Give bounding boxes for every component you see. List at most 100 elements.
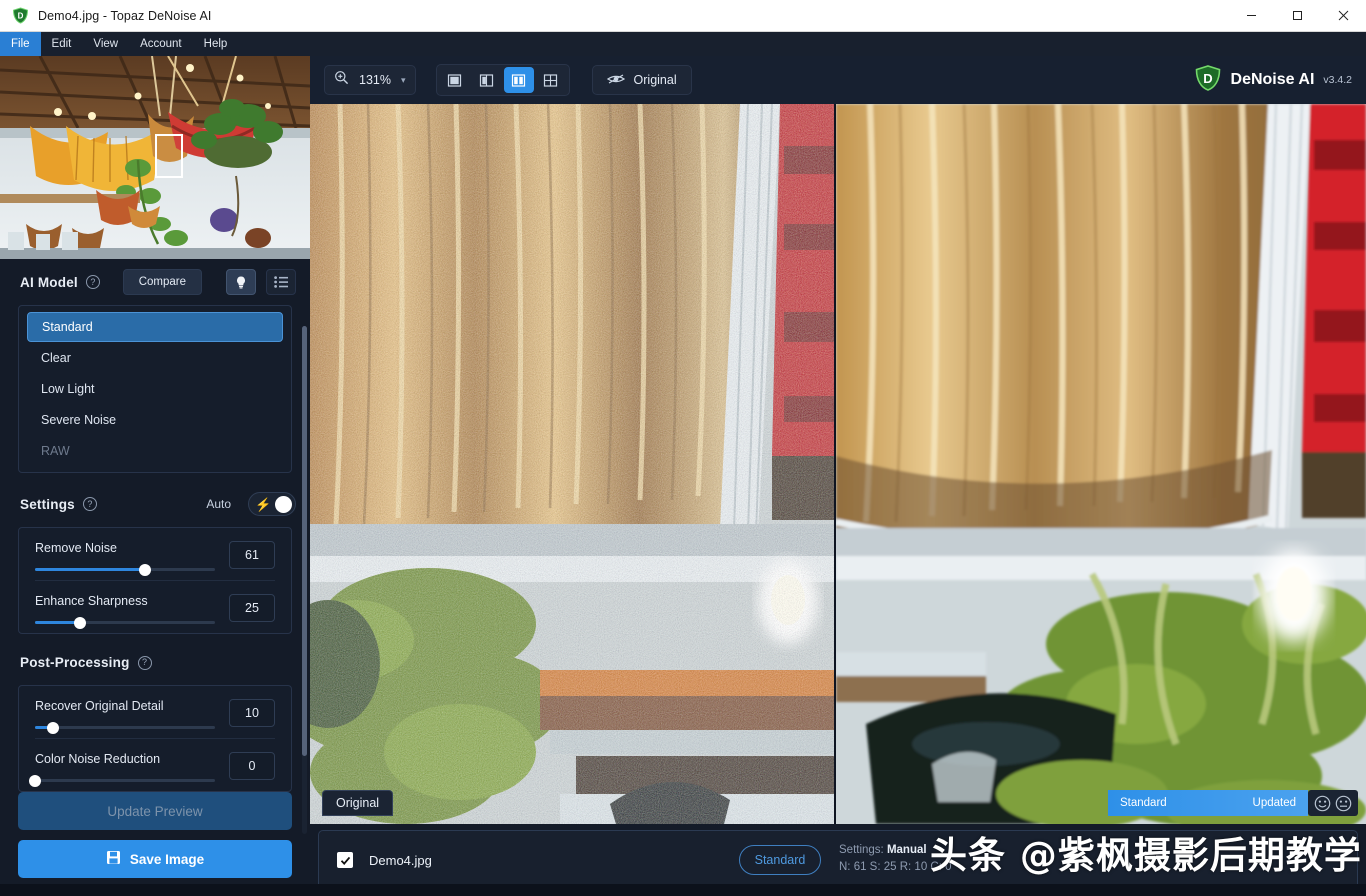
menu-item-help[interactable]: Help [193,32,239,56]
file-checkbox[interactable] [337,852,353,868]
slider-track[interactable] [35,563,215,576]
post-processing-header: Post-Processing ? [0,640,310,686]
model-option-standard[interactable]: Standard [27,311,283,342]
model-pill-badge[interactable]: Standard [739,845,821,875]
preview-pane-original[interactable]: Original [310,104,834,824]
view-mode-split[interactable] [472,67,502,93]
slider-handle[interactable] [29,774,41,787]
auto-label: Auto [206,497,231,512]
preview-panes: Original Standard Updated [310,104,1366,824]
slider-track[interactable] [35,721,215,734]
maximize-icon[interactable] [1274,0,1320,32]
model-option-severe-noise[interactable]: Severe Noise [27,405,283,435]
slider-handle[interactable] [138,563,151,576]
file-name: Demo4.jpg [369,852,432,868]
post-processing-sliders: Recover Original Detail 10 Color Noise R… [18,685,292,793]
brand-block: D DeNoise AI v3.4.2 [1194,64,1352,97]
lightbulb-icon[interactable] [226,269,256,296]
model-option-raw: RAW [41,443,70,458]
slider-color-noise-reduction: Color Noise Reduction 0 [19,739,291,791]
slider-value[interactable]: 0 [229,752,275,781]
original-toggle-label: Original [633,73,677,87]
save-image-label: Save Image [129,851,205,867]
model-option-clear[interactable]: Clear [27,343,283,373]
view-mode-single[interactable] [440,67,470,93]
slider-label: Color Noise Reduction [35,752,161,767]
ai-model-list: Standard Clear Low Light Severe Noise RA… [18,304,292,474]
slider-handle[interactable] [74,616,86,629]
scrollbar-thumb[interactable] [302,326,307,756]
slider-label: Enhance Sharpness [35,594,148,609]
list-icon[interactable] [266,269,296,296]
menu-item-edit[interactable]: Edit [41,32,83,56]
update-preview-button[interactable]: Update Preview [18,792,292,831]
slider-recover-original-detail: Recover Original Detail 10 [19,686,291,738]
question-mark-icon[interactable]: ? [82,497,97,512]
slider-enhance-sharpness: Enhance Sharpness 25 [19,581,291,633]
brand-version: v3.4.2 [1323,74,1352,86]
happy-face-icon[interactable] [1314,795,1331,812]
minimize-icon[interactable] [1228,0,1274,32]
slider-fill [35,568,145,572]
settings-mode: Manual [886,844,927,856]
save-image-button[interactable]: Save Image [18,840,292,879]
pane-label-original: Original [322,790,394,816]
result-status-bar: Standard Updated [1108,790,1308,816]
bottom-status-strip [0,884,1366,896]
close-icon[interactable] [1320,0,1366,32]
update-preview-label: Update Preview [107,803,203,819]
ai-model-header: AI Model ? Compare [0,259,310,305]
eye-icon [606,73,625,88]
slider-track[interactable] [35,616,215,629]
menu-item-account[interactable]: Account [129,32,193,56]
sidebar-actions: Update Preview Save Image [0,792,310,896]
view-mode-side-by-side[interactable] [503,67,534,93]
sad-face-icon[interactable] [1335,795,1352,812]
preview-pane-processed[interactable]: Standard Updated [836,104,1366,824]
slider-value[interactable]: 61 [229,541,275,570]
slider-label: Recover Original Detail [35,699,164,714]
feedback-buttons [1308,790,1358,816]
settings-title: Settings [20,496,75,512]
settings-sliders: Remove Noise 61 Enhance Sharpness 25 [18,527,292,634]
navigator-roi-selection[interactable] [155,134,183,178]
menu-item-file[interactable]: File [0,32,41,56]
main-area: 131% ▾ Original D DeNoise AI v3.4.2 Orig… [310,56,1366,896]
slider-handle[interactable] [47,721,59,734]
preview-toolbar: 131% ▾ Original D DeNoise AI v3.4.2 [310,56,1366,104]
denoise-logo-icon: D [1194,64,1222,97]
magnifier-plus-icon[interactable] [334,70,349,90]
settings-prefix: Settings: [839,844,884,856]
application-window: D Demo4.jpg - Topaz DeNoise AI File Edit… [0,0,1366,896]
view-mode-quad[interactable] [536,67,566,93]
compare-button[interactable]: Compare [122,269,202,296]
zoom-level-value[interactable]: 131% [357,73,393,87]
chevron-down-icon[interactable]: ▾ [401,75,406,86]
toggle-knob [275,495,292,513]
slider-remove-noise: Remove Noise 61 [19,528,291,580]
brand-name: DeNoise AI [1230,71,1315,88]
question-mark-icon[interactable]: ? [137,655,152,670]
slider-label: Remove Noise [35,541,117,556]
auto-toggle[interactable]: ⚡ [248,492,296,517]
original-image [310,104,834,824]
slider-value[interactable]: 25 [229,594,275,623]
left-sidebar: AI Model ? Compare Standard Clear Low Li… [0,56,310,896]
zoom-control[interactable]: 131% ▾ [324,65,416,95]
watermark-text: 头条 @紫枫摄影后期教学 [930,834,1362,877]
slider-track[interactable] [29,774,215,787]
title-bar: D Demo4.jpg - Topaz DeNoise AI [0,0,1366,32]
menu-bar: File Edit View Account Help [0,32,1366,56]
question-mark-icon[interactable]: ? [85,275,100,290]
menu-item-view[interactable]: View [82,32,129,56]
window-title: Demo4.jpg - Topaz DeNoise AI [38,8,212,23]
model-option-low-light[interactable]: Low Light [27,374,283,404]
result-updated-label: Updated [1252,797,1296,809]
slider-value[interactable]: 10 [229,699,275,728]
sidebar-scrollbar[interactable] [302,326,307,834]
lightning-bolt-icon: ⚡ [255,496,272,512]
navigator-thumbnail[interactable] [0,56,310,260]
original-toggle-button[interactable]: Original [591,65,692,95]
svg-text:D: D [18,12,24,21]
svg-text:D: D [1203,71,1212,86]
